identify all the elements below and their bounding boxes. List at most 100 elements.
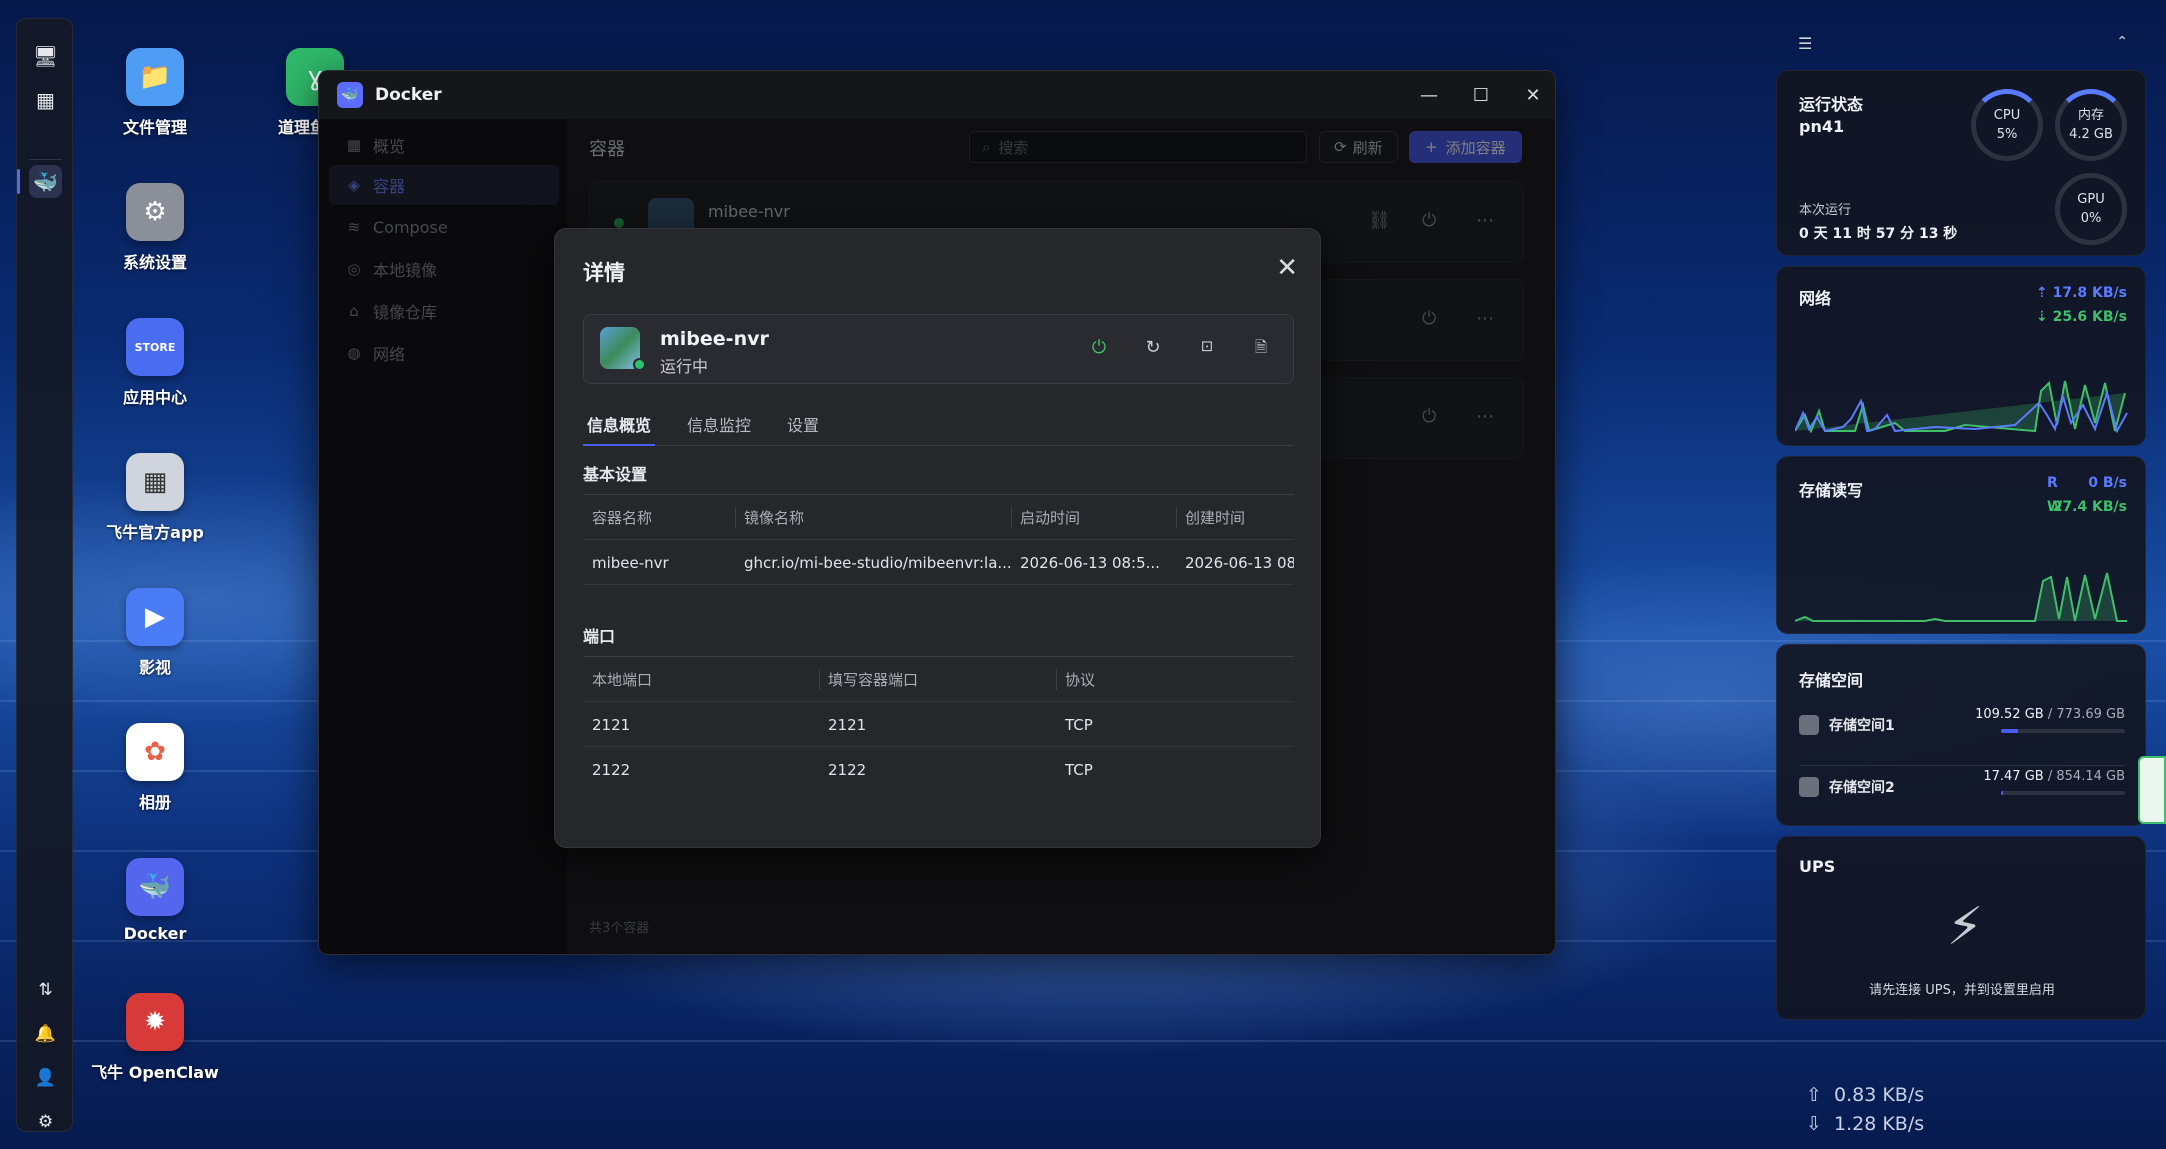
- widget-disk-io: 存储读写 R 0 B/s W 27.4 KB/s: [1776, 456, 2146, 634]
- widget-ups: UPS ⚡ 请先连接 UPS，并到设置里启用: [1776, 836, 2146, 1020]
- column-header: 填写容器端口: [819, 657, 1056, 702]
- ups-icon: ⚡: [1946, 897, 1984, 957]
- network-sparkline: [1795, 380, 2128, 433]
- write-rate: 27.4 KB/s: [2052, 499, 2127, 515]
- claw-icon: ✹: [126, 993, 184, 1051]
- column-header: 协议: [1056, 657, 1294, 702]
- column-header: 容器名称: [592, 509, 653, 527]
- floating-side-tab[interactable]: [2138, 756, 2166, 824]
- table-row: mibee-nvr ghcr.io/mi-bee-studio/mibeenvr…: [583, 540, 1294, 585]
- desktop-app-photos[interactable]: ✿ 相册: [85, 723, 225, 813]
- docker-task-icon[interactable]: 🐳: [17, 165, 62, 198]
- cpu-gauge: CPU 5%: [1971, 89, 2043, 161]
- upload-rate: ⇡ 17.8 KB/s: [2036, 285, 2127, 301]
- gear-icon: ⚙: [126, 183, 184, 241]
- dialog-title: 详情: [583, 261, 625, 285]
- table-cell: 2121: [592, 715, 631, 734]
- photos-icon: ✿: [126, 723, 184, 781]
- desktop-app-settings[interactable]: ⚙ 系统设置: [85, 183, 225, 273]
- user-icon[interactable]: 👤: [29, 1061, 62, 1094]
- tab-monitor[interactable]: 信息监控: [683, 412, 755, 446]
- desktop-app-file-manager[interactable]: 📁 文件管理: [85, 48, 225, 138]
- widget-panel: ☰ ⌃ 运行状态 pn41 本次运行 0 天 11 时 57 分 13 秒 CP…: [1776, 22, 2146, 1020]
- widget-title: 存储读写: [1799, 481, 1864, 500]
- table-cell: 2121: [828, 715, 867, 734]
- widget-title: UPS: [1799, 857, 1836, 876]
- table-cell: 2026-06-13 08:5...: [1020, 553, 1160, 572]
- column-header: 启动时间: [1011, 495, 1176, 540]
- desktop-app-video[interactable]: ▶ 影视: [85, 588, 225, 678]
- table-cell: 2122: [592, 760, 631, 779]
- ports-table: 本地端口 填写容器端口 协议 2121 2121 TCP 2122 2122 T…: [583, 656, 1294, 792]
- collapse-chevron-icon[interactable]: ⌃: [2116, 34, 2128, 50]
- tab-settings[interactable]: 设置: [783, 412, 823, 446]
- maximize-icon[interactable]: ☐: [1467, 81, 1495, 109]
- storage-usage: 109.52 GB / 773.69 GB: [1975, 707, 2125, 722]
- read-rate: 0 B/s: [2088, 475, 2127, 491]
- restart-icon[interactable]: ↻: [1142, 337, 1164, 358]
- table-header-row: 容器名称 镜像名称 启动时间 创建时间: [583, 495, 1294, 540]
- table-cell: ghcr.io/mi-bee-studio/mibeenvr:la...: [744, 553, 1011, 572]
- desktop-app-openclaw[interactable]: ✹ 飞牛 OpenClaw: [85, 993, 225, 1083]
- storage-progress-fill: [2001, 791, 2004, 795]
- running-status-dot: [633, 358, 646, 371]
- transfer-icon[interactable]: ⇅: [29, 973, 62, 1006]
- taskbar-dock: 🖥 ▦ 🐳 ⇅ 🔔 👤 ⚙: [16, 18, 73, 1132]
- details-dialog: 详情 ✕ mibee-nvr 运行中 ⏻ ↻ ⊡ 🗎 信息概览 信息监控 设置 …: [554, 228, 1321, 848]
- container-name: mibee-nvr: [660, 328, 769, 350]
- storage-volume-row[interactable]: 存储空间2 17.47 GB / 854.14 GB: [1799, 765, 2125, 815]
- desktop-app-store[interactable]: STORE 应用中心: [85, 318, 225, 408]
- section-title-basic: 基本设置: [583, 465, 648, 484]
- column-header: 本地端口: [592, 671, 653, 689]
- settings-gear-icon[interactable]: ⚙: [29, 1105, 62, 1138]
- app-launcher-icon[interactable]: ▦: [29, 83, 62, 116]
- storage-volume-row[interactable]: 存储空间1 109.52 GB / 773.69 GB: [1799, 703, 2125, 753]
- table-cell: 2026-06-13 08:5: [1185, 553, 1294, 572]
- dock-divider: [29, 159, 62, 160]
- detail-tabs: 信息概览 信息监控 设置: [583, 412, 1294, 446]
- read-label: R: [2047, 475, 2058, 491]
- table-row: 2121 2121 TCP: [583, 702, 1294, 747]
- table-header-row: 本地端口 填写容器端口 协议: [583, 657, 1294, 702]
- terminal-icon[interactable]: ⊡: [1196, 337, 1218, 355]
- download-speed: ⇩ 1.28 KB/s: [1806, 1113, 1925, 1135]
- disk-io-sparkline: [1795, 572, 2127, 622]
- close-icon[interactable]: ✕: [1276, 253, 1298, 283]
- desktop-app-docker[interactable]: 🐳 Docker: [85, 858, 225, 943]
- power-icon[interactable]: ⏻: [1088, 337, 1110, 358]
- container-status: 运行中: [660, 357, 709, 376]
- app-grid-icon: ▦: [126, 453, 184, 511]
- basic-settings-table: 容器名称 镜像名称 启动时间 创建时间 mibee-nvr ghcr.io/mi…: [583, 494, 1294, 585]
- storage-progress: [2001, 729, 2125, 733]
- bell-icon[interactable]: 🔔: [29, 1017, 62, 1050]
- table-cell: TCP: [1065, 715, 1093, 734]
- widget-title: 存储空间: [1799, 671, 1864, 690]
- desktop-icon[interactable]: 🖥: [29, 39, 62, 72]
- widget-title: 网络: [1799, 289, 1832, 308]
- disk-icon: [1799, 777, 1819, 797]
- log-file-icon[interactable]: 🗎: [1250, 337, 1272, 362]
- desktop-app-fnos-official[interactable]: ▦ 飞牛官方app: [85, 453, 225, 543]
- tab-overview[interactable]: 信息概览: [583, 412, 656, 446]
- table-cell: 2122: [828, 760, 867, 779]
- disk-icon: [1799, 715, 1819, 735]
- widget-menu-icon[interactable]: ☰: [1798, 34, 1812, 53]
- window-title: Docker: [375, 85, 442, 105]
- film-icon: ▶: [126, 588, 184, 646]
- gpu-gauge: GPU 0%: [2055, 173, 2127, 245]
- widget-network: 网络 ⇡ 17.8 KB/s ⇣ 25.6 KB/s: [1776, 266, 2146, 446]
- column-header: 镜像名称: [735, 495, 1011, 540]
- close-window-icon[interactable]: ✕: [1519, 81, 1547, 109]
- widget-title: 运行状态: [1799, 95, 1864, 114]
- section-title-ports: 端口: [583, 627, 616, 646]
- minimize-icon[interactable]: —: [1415, 81, 1443, 109]
- uptime-value: 0 天 11 时 57 分 13 秒: [1799, 226, 1958, 242]
- widget-storage: 存储空间 存储空间1 109.52 GB / 773.69 GB 存储空间2 1…: [1776, 644, 2146, 826]
- docker-logo-icon: 🐳: [337, 82, 363, 108]
- table-cell: TCP: [1065, 760, 1093, 779]
- upload-speed: ⇧ 0.83 KB/s: [1806, 1084, 1925, 1106]
- storage-usage: 17.47 GB / 854.14 GB: [1983, 769, 2125, 784]
- docker-icon: 🐳: [126, 858, 184, 916]
- table-row: 2122 2122 TCP: [583, 747, 1294, 792]
- window-titlebar[interactable]: 🐳 Docker — ☐ ✕: [319, 71, 1555, 119]
